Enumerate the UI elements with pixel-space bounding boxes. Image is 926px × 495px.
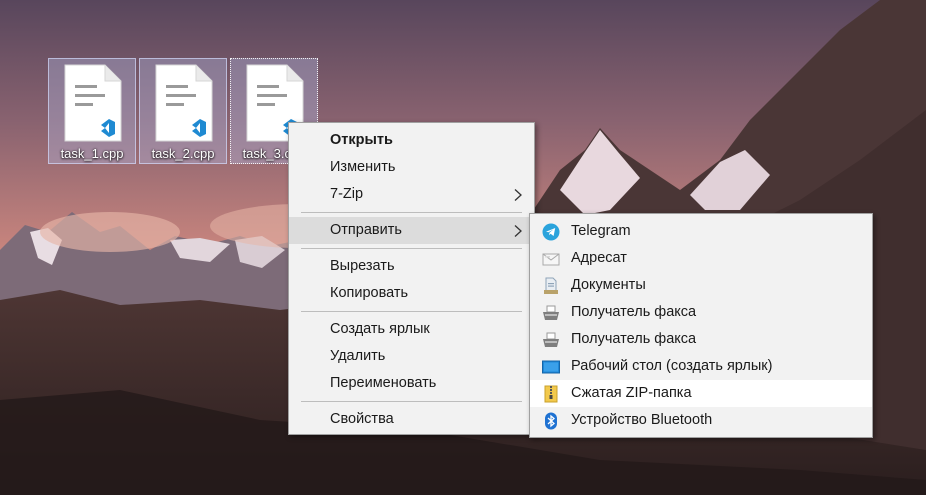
documents-icon — [544, 277, 558, 294]
sendto-item-label: Получатель факса — [571, 304, 697, 320]
sendto-item-label: Адресат — [571, 250, 627, 266]
menu-item-create-shortcut[interactable]: Создать ярлык — [289, 316, 534, 343]
sendto-item-label: Устройство Bluetooth — [571, 412, 713, 428]
desktop: task_1.cpp task_2.cpp task_3.cpp Открыть… — [0, 0, 926, 495]
sendto-item-fax-2[interactable]: Получатель факса — [530, 326, 872, 353]
sendto-item-label: Получатель факса — [571, 331, 697, 347]
sendto-item-fax-1[interactable]: Получатель факса — [530, 299, 872, 326]
fax-icon — [543, 332, 559, 347]
chevron-right-icon — [514, 225, 522, 237]
menu-item-copy[interactable]: Копировать — [289, 280, 534, 307]
context-menu: Открыть Изменить 7-Zip Отправить Вырезат… — [288, 122, 535, 435]
sendto-item-bluetooth[interactable]: Устройство Bluetooth — [530, 407, 872, 434]
desktop-icon-label: task_2.cpp — [151, 146, 215, 161]
menu-item-rename[interactable]: Переименовать — [289, 370, 534, 397]
bluetooth-icon — [545, 412, 557, 430]
menu-separator — [301, 401, 522, 402]
sendto-item-zip-folder[interactable]: Сжатая ZIP-папка — [530, 380, 872, 407]
telegram-icon — [542, 223, 560, 241]
cpp-file-icon — [64, 64, 122, 142]
menu-separator — [301, 248, 522, 249]
sendto-item-telegram[interactable]: Telegram — [530, 218, 872, 245]
menu-item-edit[interactable]: Изменить — [289, 154, 534, 181]
chevron-right-icon — [514, 189, 522, 201]
sendto-item-label: Документы — [571, 277, 646, 293]
menu-item-open[interactable]: Открыть — [289, 127, 534, 154]
desktop-icon-task-2[interactable]: task_2.cpp — [139, 58, 227, 164]
menu-item-7zip[interactable]: 7-Zip — [289, 181, 534, 208]
fax-icon — [543, 305, 559, 320]
menu-item-label: 7-Zip — [330, 186, 364, 202]
sendto-item-mail-recipient[interactable]: Адресат — [530, 245, 872, 272]
menu-item-properties[interactable]: Свойства — [289, 406, 534, 433]
desktop-icon-task-1[interactable]: task_1.cpp — [48, 58, 136, 164]
sendto-item-label: Telegram — [571, 223, 631, 239]
menu-item-send-to[interactable]: Отправить — [289, 217, 534, 244]
menu-item-delete[interactable]: Удалить — [289, 343, 534, 370]
sendto-item-label: Рабочий стол (создать ярлык) — [571, 358, 773, 374]
sendto-item-desktop[interactable]: Рабочий стол (создать ярлык) — [530, 353, 872, 380]
desktop-icon-label: task_1.cpp — [60, 146, 124, 161]
desktop-icon — [542, 360, 560, 374]
sendto-item-label: Сжатая ZIP-папка — [571, 385, 692, 401]
cpp-file-icon — [155, 64, 213, 142]
menu-separator — [301, 311, 522, 312]
sendto-item-documents[interactable]: Документы — [530, 272, 872, 299]
menu-item-cut[interactable]: Вырезать — [289, 253, 534, 280]
mail-recipient-icon — [542, 253, 560, 266]
zip-folder-icon — [544, 385, 558, 403]
menu-item-label: Отправить — [330, 222, 402, 238]
send-to-submenu: Telegram Адресат Документы Получатель фа… — [529, 213, 873, 438]
menu-separator — [301, 212, 522, 213]
